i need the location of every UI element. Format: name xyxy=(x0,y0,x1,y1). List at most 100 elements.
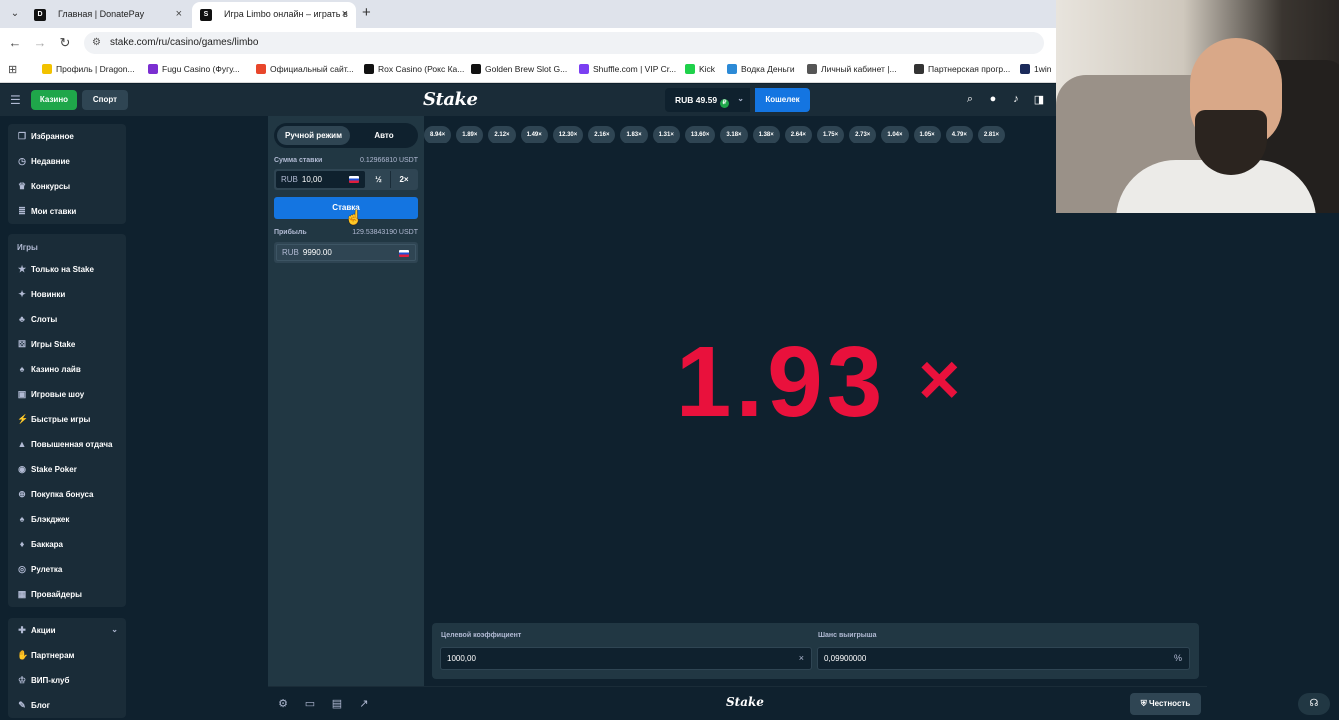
bookmark-item[interactable]: Shuffle.com | VIP Cr... xyxy=(579,64,676,74)
history-chip[interactable]: 8.94× xyxy=(424,126,452,143)
history-chip[interactable]: 1.49× xyxy=(520,126,548,143)
stats-chart-icon[interactable]: ▤ xyxy=(330,697,344,710)
bell-icon[interactable]: ♪ xyxy=(1009,93,1023,105)
chevron-down-icon[interactable]: ⌄ xyxy=(111,625,118,634)
bookmark-item[interactable]: Личный кабинет |... xyxy=(807,64,897,74)
history-chip[interactable]: 1.31× xyxy=(652,126,680,143)
reload-icon[interactable]: ↻ xyxy=(57,35,73,51)
apps-grid-icon[interactable]: ⊞ xyxy=(8,63,17,76)
stake-logo[interactable]: Stake xyxy=(423,89,478,110)
sidebar-item[interactable]: ♣ Слоты xyxy=(8,307,126,332)
sidebar-item[interactable]: ❒ Избранное xyxy=(8,124,126,149)
bookmark-label: Официальный сайт... xyxy=(270,64,354,74)
close-tab-icon[interactable]: × xyxy=(342,8,348,20)
sidebar-item[interactable]: ♦ Баккара xyxy=(8,532,126,557)
history-chip[interactable]: 2.73× xyxy=(849,126,877,143)
win-chance-input[interactable]: 0,09900000 % xyxy=(817,647,1190,670)
sidebar-item[interactable]: ♠ Казино лайв xyxy=(8,357,126,382)
theatre-mode-icon[interactable]: ▭ xyxy=(303,697,317,710)
history-chip[interactable]: 2.64× xyxy=(784,126,812,143)
sidebar-item[interactable]: ★ Только на Stake xyxy=(8,257,126,282)
user-icon[interactable]: ● xyxy=(986,93,1000,105)
history-chip[interactable]: 2.81× xyxy=(977,126,1006,143)
sidebar-item[interactable]: ♔ ВИП-клуб xyxy=(8,668,126,693)
browser-tab-donatepay[interactable]: D Главная | DonatePay × xyxy=(26,2,190,28)
casino-toggle-button[interactable]: Казино xyxy=(31,90,77,110)
sidebar-item[interactable]: ⚡ Быстрые игры xyxy=(8,407,126,432)
bookmark-favicon-icon xyxy=(579,64,589,74)
double-bet-button[interactable]: 2× xyxy=(392,171,416,188)
back-arrow-icon[interactable]: ← xyxy=(7,35,23,51)
bookmark-item[interactable]: Golden Brew Slot G... xyxy=(471,64,567,74)
menu-burger-icon[interactable]: ☰ xyxy=(10,93,21,107)
bet-amount-input[interactable]: RUB 10,00 xyxy=(276,171,365,188)
history-chip[interactable]: 1.89× xyxy=(456,126,484,143)
sidebar-item[interactable]: ▦ Провайдеры xyxy=(8,582,126,607)
popout-icon[interactable]: ↗ xyxy=(357,697,371,710)
browser-tab-limbo[interactable]: S Игра Limbo онлайн – играть в × xyxy=(192,2,356,28)
sidebar-item[interactable]: ✦ Новинки xyxy=(8,282,126,307)
stake-favicon-icon: S xyxy=(200,9,212,21)
manual-mode-tab[interactable]: Ручной режим xyxy=(277,126,350,145)
history-chip[interactable]: 1.04× xyxy=(881,126,909,143)
history-chip[interactable]: 12.30× xyxy=(552,126,584,143)
sidebar-bottom-group: ✚ Акции ⌄ ✋ Партнерам ♔ ВИП-клуб ✎ Блог xyxy=(8,618,126,718)
forward-arrow-icon[interactable]: → xyxy=(32,35,48,51)
sport-toggle-button[interactable]: Спорт xyxy=(82,90,128,110)
close-tab-icon[interactable]: × xyxy=(176,8,182,20)
history-chip[interactable]: 13.60× xyxy=(684,126,716,143)
bookmark-item[interactable]: Партнерская прогр... xyxy=(914,64,1010,74)
history-chip[interactable]: 3.18× xyxy=(720,126,748,143)
history-chip[interactable]: 4.79× xyxy=(945,126,973,143)
pen-icon: ✎ xyxy=(18,700,26,710)
sidebar-item[interactable]: ◷ Недавние xyxy=(8,149,126,174)
sidebar-item[interactable]: ✎ Блог xyxy=(8,693,126,718)
sidebar-item[interactable]: ⚄ Игры Stake xyxy=(8,332,126,357)
bookmark-item[interactable]: Профиль | Dragon... xyxy=(42,64,135,74)
site-info-icon[interactable]: ⚙ xyxy=(92,37,101,48)
tab-title: Главная | DonatePay xyxy=(58,9,145,19)
history-chip[interactable]: 1.75× xyxy=(816,126,845,143)
bookmark-favicon-icon xyxy=(148,64,158,74)
history-chip[interactable]: 1.38× xyxy=(752,126,780,143)
sidebar-item[interactable]: ⊕ Покупка бонуса xyxy=(8,482,126,507)
sidebar-item[interactable]: ◎ Рулетка xyxy=(8,557,126,582)
history-chip[interactable]: 1.83× xyxy=(620,126,648,143)
sidebar-item[interactable]: ✋ Партнерам xyxy=(8,643,126,668)
sidebar-item-label: Провайдеры xyxy=(31,590,82,599)
support-headset-icon[interactable]: ☊ xyxy=(1298,693,1330,715)
sidebar-item[interactable]: ≣ Мои ставки xyxy=(8,199,126,224)
new-tab-plus-icon[interactable]: + xyxy=(362,4,371,21)
target-multiplier-input[interactable]: 1000,00 × xyxy=(440,647,812,670)
balance-selector[interactable]: RUB 49.59 ₽ ⌄ xyxy=(665,88,750,112)
history-chip[interactable]: 2.16× xyxy=(588,126,616,143)
sidebar-item[interactable]: ♛ Конкурсы xyxy=(8,174,126,199)
tv-icon: ▣ xyxy=(17,389,27,399)
tab-list-chevron-icon[interactable]: ⌄ xyxy=(6,5,24,23)
sidebar-item[interactable]: ◉ Stake Poker xyxy=(8,457,126,482)
history-chip[interactable]: 2.12× xyxy=(488,126,516,143)
clear-x-icon[interactable]: × xyxy=(799,653,804,663)
sidebar-item[interactable]: ▲ Повышенная отдача xyxy=(8,432,126,457)
chat-panel-icon[interactable]: ◨ xyxy=(1032,93,1046,106)
history-chip[interactable]: 1.05× xyxy=(913,126,941,143)
bookmark-favicon-icon xyxy=(685,64,695,74)
bookmark-favicon-icon xyxy=(727,64,737,74)
sidebar-item[interactable]: ▣ Игровые шоу xyxy=(8,382,126,407)
spade-icon: ♠ xyxy=(19,514,25,524)
sidebar-item[interactable]: ✚ Акции ⌄ xyxy=(8,618,126,643)
settings-gear-icon[interactable]: ⚙ xyxy=(276,697,290,710)
wallet-button[interactable]: Кошелек xyxy=(755,88,810,112)
half-bet-button[interactable]: ½ xyxy=(367,171,391,188)
bookmark-item[interactable]: Водка Деньги xyxy=(727,64,795,74)
sidebar-item[interactable]: ♠ Блэкджек xyxy=(8,507,126,532)
url-field[interactable]: ⚙ stake.com/ru/casino/games/limbo xyxy=(84,32,1044,54)
auto-mode-tab[interactable]: Авто xyxy=(353,126,415,145)
search-icon[interactable]: ⌕ xyxy=(963,93,977,106)
bookmark-item[interactable]: Rox Casino (Рокс Ка... xyxy=(364,64,464,74)
bookmark-item[interactable]: 1win xyxy=(1020,64,1051,74)
bookmark-item[interactable]: Fugu Casino (Фугу... xyxy=(148,64,240,74)
fairness-button[interactable]: ⛨ Честность xyxy=(1130,693,1201,715)
bookmark-item[interactable]: Официальный сайт... xyxy=(256,64,354,74)
bookmark-item[interactable]: Kick xyxy=(685,64,715,74)
